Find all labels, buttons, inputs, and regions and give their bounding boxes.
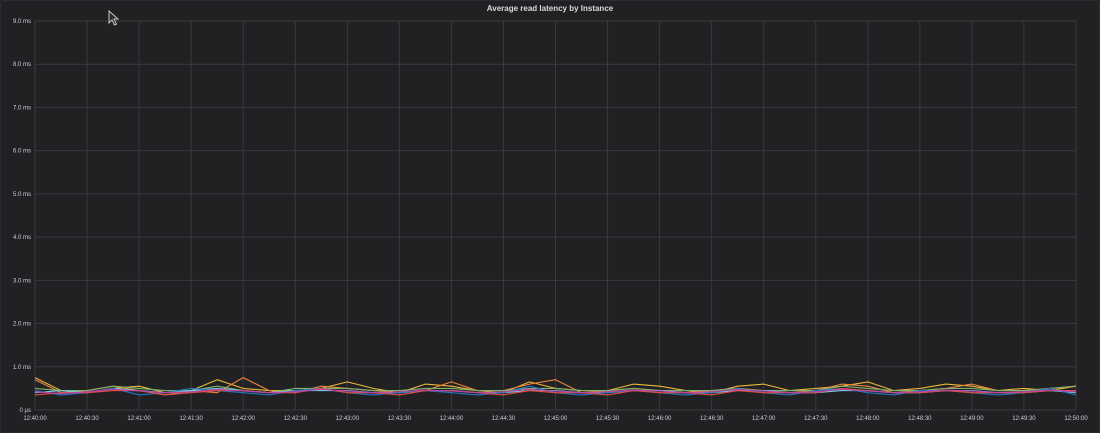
- y-tick-label: 1.0 ms: [13, 365, 31, 371]
- x-tick-label: 12:41:30: [179, 416, 203, 422]
- x-tick-label: 12:44:00: [440, 416, 464, 422]
- x-tick-label: 12:42:00: [232, 416, 256, 422]
- x-tick-label: 12:49:30: [1012, 416, 1036, 422]
- y-tick-label: 9.0 ms: [13, 19, 31, 25]
- x-tick-label: 12:40:00: [23, 416, 47, 422]
- x-axis-ticks: 12:40:00 12:40:30 12:41:00 12:41:30 12:42:00…: [23, 416, 1088, 422]
- x-tick-label: 12:46:00: [648, 416, 672, 422]
- x-tick-label: 12:42:30: [284, 416, 308, 422]
- y-tick-label: 5.0 ms: [13, 192, 31, 198]
- x-tick-label: 12:45:00: [544, 416, 568, 422]
- y-tick-label: 0 µs: [20, 408, 31, 414]
- x-tick-label: 12:49:00: [960, 416, 984, 422]
- y-axis-ticks: 0 µs 1.0 ms 2.0 ms 3.0 ms 4.0 ms 5.0 ms 6.0 ms…: [13, 19, 31, 414]
- x-tick-label: 12:46:30: [700, 416, 724, 422]
- x-tick-label: 12:40:30: [75, 416, 99, 422]
- x-tick-label: 12:48:30: [908, 416, 932, 422]
- x-tick-label: 12:44:30: [492, 416, 516, 422]
- y-tick-label: 2.0 ms: [13, 322, 31, 328]
- y-tick-label: 3.0 ms: [13, 278, 31, 284]
- y-tick-label: 4.0 ms: [13, 235, 31, 241]
- chart-grid: [34, 20, 1077, 411]
- x-tick-label: 12:45:30: [596, 416, 620, 422]
- y-tick-label: 6.0 ms: [13, 149, 31, 155]
- y-tick-label: 8.0 ms: [13, 62, 31, 68]
- x-tick-label: 12:43:00: [336, 416, 360, 422]
- x-tick-label: 12:47:00: [752, 416, 776, 422]
- x-tick-label: 12:47:30: [804, 416, 828, 422]
- y-tick-label: 7.0 ms: [13, 105, 31, 111]
- mouse-pointer-icon: [108, 10, 120, 26]
- x-tick-label: 12:50:00: [1064, 416, 1088, 422]
- x-tick-label: 12:41:00: [127, 416, 151, 422]
- x-tick-label: 12:48:00: [856, 416, 880, 422]
- x-tick-label: 12:43:30: [388, 416, 412, 422]
- latency-line-chart[interactable]: 0 µs 1.0 ms 2.0 ms 3.0 ms 4.0 ms 5.0 ms 6.0 ms…: [0, 0, 1100, 433]
